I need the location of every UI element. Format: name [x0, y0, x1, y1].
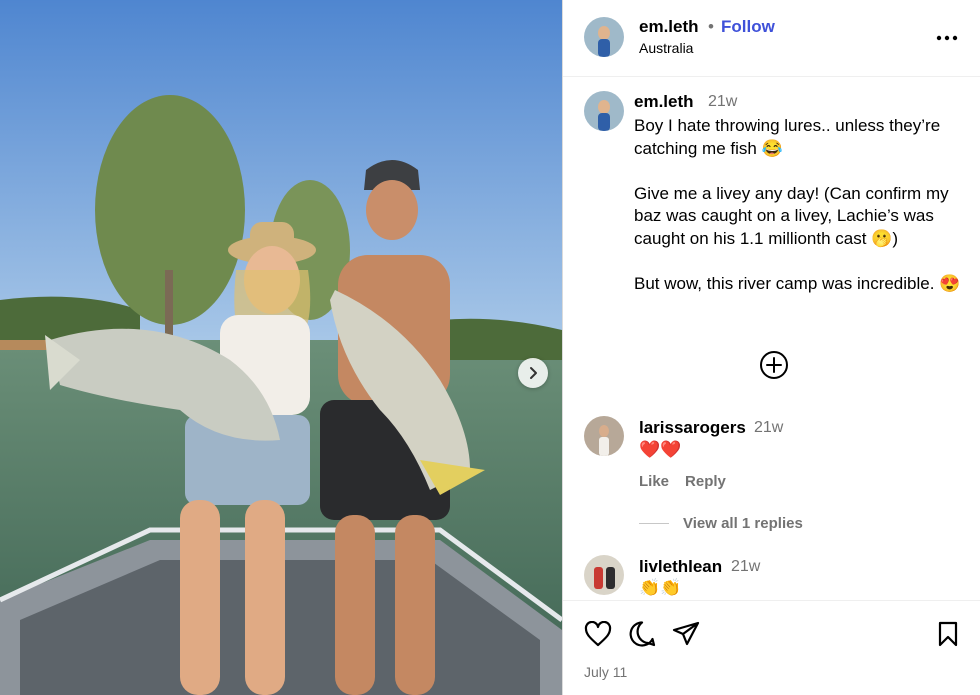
post-photo[interactable]	[0, 0, 562, 695]
comment-button[interactable]	[627, 619, 657, 649]
heart-icon	[584, 621, 612, 647]
follow-button[interactable]: Follow	[721, 17, 775, 37]
user-avatar-image	[584, 17, 624, 57]
commenter-avatar-image	[584, 416, 624, 456]
caption-paragraph: Give me a livey any day! (Can confirm my…	[634, 183, 949, 248]
comment-text: 👏👏	[639, 578, 682, 597]
comment-text: ❤️❤️	[639, 440, 682, 459]
more-horizontal-icon	[936, 35, 958, 41]
share-button[interactable]	[671, 619, 701, 649]
caption-paragraph: But wow, this river camp was incredible.…	[634, 273, 961, 293]
more-options-button[interactable]	[935, 26, 959, 50]
plus-circle-icon	[760, 351, 788, 379]
avatar[interactable]	[584, 17, 624, 57]
like-comment-button[interactable]: Like	[639, 473, 669, 490]
caption-text: Boy I hate throwing lures.. unless they’…	[634, 115, 974, 295]
post-date[interactable]: July 11	[584, 664, 627, 680]
chevron-right-icon	[530, 367, 537, 379]
post-location[interactable]: Australia	[639, 40, 693, 56]
action-bar	[583, 619, 701, 649]
caption-timestamp[interactable]: 21w	[708, 93, 737, 111]
post-footer: July 11	[563, 600, 980, 695]
reply-button[interactable]: Reply	[685, 473, 726, 490]
separator-dot: •	[708, 17, 714, 36]
comment-actions: Like Reply	[639, 473, 726, 490]
comment-timestamp[interactable]: 21w	[754, 419, 783, 437]
share-icon	[672, 621, 700, 646]
load-more-comments-button[interactable]	[759, 350, 789, 380]
avatar[interactable]	[584, 555, 624, 595]
save-button[interactable]	[933, 619, 963, 649]
avatar[interactable]	[584, 91, 624, 131]
comment-timestamp[interactable]: 21w	[731, 558, 760, 576]
post-author-username[interactable]: em.leth	[639, 17, 699, 37]
like-button[interactable]	[583, 619, 613, 649]
divider-line	[639, 523, 669, 524]
post-header: em.leth • Follow Australia	[563, 0, 980, 77]
comment-username[interactable]: livlethlean	[639, 557, 722, 577]
bookmark-icon	[938, 621, 958, 647]
comment-username[interactable]: larissarogers	[639, 418, 746, 438]
post-details-panel: em.leth • Follow Australia em.leth 21w B…	[562, 0, 980, 695]
caption-paragraph: Boy I hate throwing lures.. unless they’…	[634, 116, 941, 158]
caption-username[interactable]: em.leth	[634, 92, 694, 112]
commenter-avatar-image	[584, 555, 624, 595]
view-replies-button[interactable]: View all 1 replies	[639, 515, 803, 532]
view-replies-label: View all 1 replies	[683, 515, 803, 532]
next-photo-button[interactable]	[518, 358, 548, 388]
user-avatar-image	[584, 91, 624, 131]
comment-icon	[629, 621, 656, 647]
avatar[interactable]	[584, 416, 624, 456]
post-image	[0, 0, 562, 695]
